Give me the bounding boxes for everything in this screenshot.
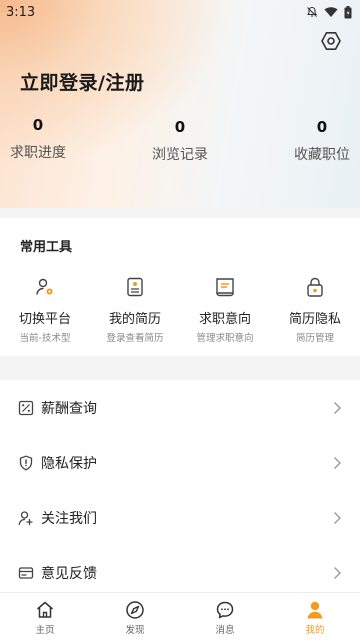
- add-user-icon: [18, 510, 33, 525]
- chevron-right-icon: [334, 456, 341, 469]
- tool-subtitle: 简历管理: [295, 333, 334, 344]
- tab-discover[interactable]: 发现: [90, 593, 180, 640]
- stat-count: 0: [316, 118, 328, 136]
- stat-label: 收藏职位: [294, 147, 350, 163]
- login-register-link[interactable]: 立即登录/注册: [20, 68, 144, 95]
- stat-count: 0: [32, 116, 44, 134]
- tab-label: 主页: [35, 625, 55, 636]
- profile-screen: 3:13 立即登录/注册 0 求职进度 0 浏览记录 0 收藏职位 常用工具 切…: [0, 0, 360, 640]
- lock-icon: [307, 277, 323, 297]
- tool-switch-platform[interactable]: 切换平台 当前-技术型: [0, 276, 90, 344]
- tool-subtitle: 当前-技术型: [19, 333, 71, 344]
- tool-subtitle: 管理求职意向: [196, 333, 254, 344]
- tool-label: 求职意向: [198, 312, 251, 327]
- header-background: [0, 0, 360, 208]
- tab-label: 发现: [125, 625, 145, 636]
- chevron-right-icon: [334, 401, 341, 414]
- message-icon: [216, 601, 234, 619]
- bell-muted-icon: [306, 6, 318, 17]
- settings-button[interactable]: [320, 30, 342, 52]
- job-intent-icon: [216, 278, 234, 297]
- wifi-icon: [324, 7, 338, 17]
- resume-icon: [127, 277, 143, 297]
- status-icons: [306, 5, 352, 19]
- tab-label: 消息: [215, 625, 235, 636]
- stat-count: 0: [174, 118, 186, 136]
- menu-label: 薪酬查询: [41, 400, 97, 417]
- status-bar: 3:13: [0, 0, 360, 24]
- menu-label: 意见反馈: [41, 565, 97, 582]
- section-title: 常用工具: [20, 240, 73, 255]
- stat-label: 浏览记录: [152, 147, 208, 163]
- stat-label: 求职进度: [10, 145, 66, 161]
- tool-my-resume[interactable]: 我的简历 登录查看简历: [90, 276, 180, 344]
- settings-menu: 薪酬查询 隐私保护 关注我们 意见反馈: [0, 380, 360, 600]
- common-tools-section: 常用工具 切换平台 当前-技术型 我的简历 登录查看简历 求职意向 管理求职意向…: [0, 218, 360, 356]
- status-time: 3:13: [6, 4, 36, 20]
- tool-subtitle: 登录查看简历: [106, 333, 164, 344]
- tab-label: 我的: [305, 625, 325, 636]
- compass-icon: [126, 601, 144, 619]
- tool-label: 我的简历: [108, 312, 161, 327]
- tool-resume-privacy[interactable]: 简历隐私 简历管理: [270, 276, 360, 344]
- shield-icon: [19, 455, 33, 470]
- tab-messages[interactable]: 消息: [180, 593, 270, 640]
- feedback-icon: [18, 566, 34, 579]
- menu-item-salary-query[interactable]: 薪酬查询: [0, 380, 360, 435]
- tools-grid: 切换平台 当前-技术型 我的简历 登录查看简历 求职意向 管理求职意向 简历隐私…: [0, 276, 360, 344]
- tool-label: 切换平台: [18, 312, 71, 327]
- user-switch-icon: [36, 278, 53, 295]
- tool-label: 简历隐私: [288, 312, 341, 327]
- person-icon: [307, 601, 323, 619]
- menu-item-follow-us[interactable]: 关注我们: [0, 490, 360, 545]
- chevron-right-icon: [334, 511, 341, 524]
- stat-job-progress[interactable]: 0 求职进度: [0, 112, 98, 164]
- menu-label: 关注我们: [41, 510, 97, 527]
- battery-icon: [344, 5, 352, 18]
- salary-icon: [18, 400, 34, 415]
- section-divider: [0, 356, 360, 380]
- home-icon: [37, 601, 53, 618]
- chevron-right-icon: [334, 566, 341, 579]
- menu-label: 隐私保护: [41, 455, 97, 472]
- stat-saved-jobs[interactable]: 0 收藏职位: [262, 112, 360, 164]
- bottom-tab-bar: 主页 发现 消息 我的: [0, 592, 360, 640]
- settings-hexagon-icon: [321, 31, 341, 50]
- tool-job-intent[interactable]: 求职意向 管理求职意向: [180, 276, 270, 344]
- menu-item-privacy-protection[interactable]: 隐私保护: [0, 435, 360, 490]
- stats-row: 0 求职进度 0 浏览记录 0 收藏职位: [0, 112, 360, 164]
- tab-home[interactable]: 主页: [0, 593, 90, 640]
- section-divider: [0, 208, 360, 218]
- tab-mine[interactable]: 我的: [270, 593, 360, 640]
- stat-browse-history[interactable]: 0 浏览记录: [120, 112, 240, 164]
